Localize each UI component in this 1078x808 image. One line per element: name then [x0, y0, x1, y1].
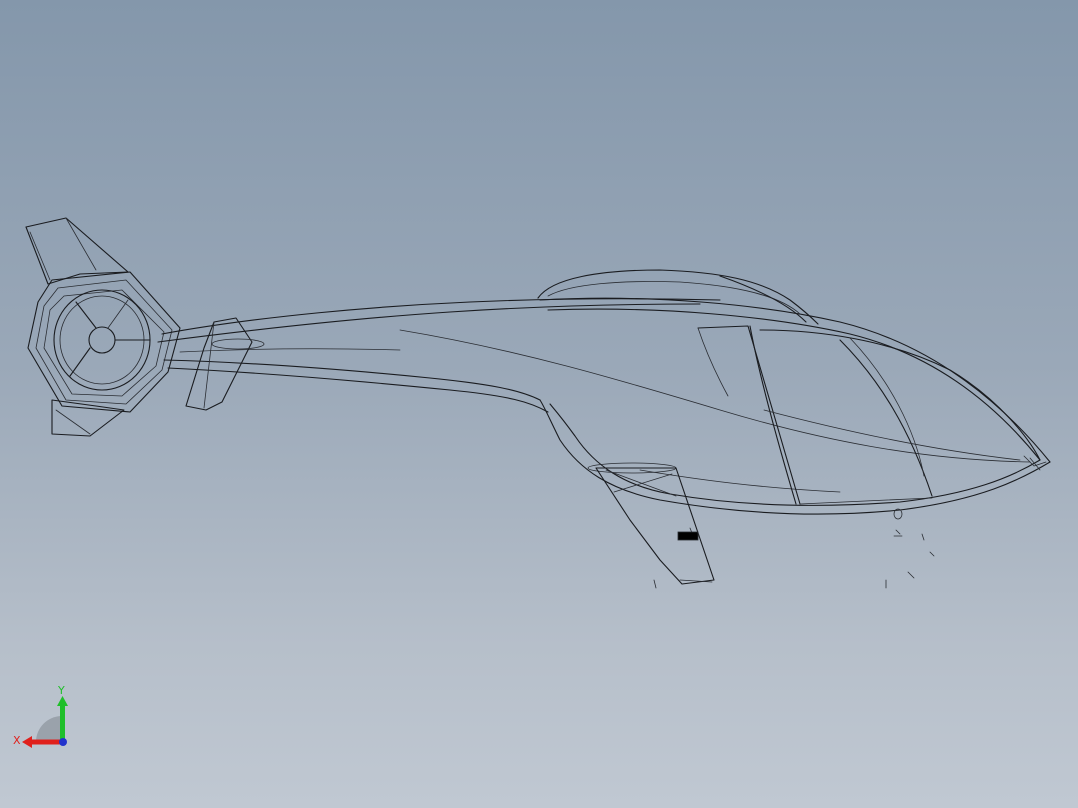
fenestron-shroud: [27, 271, 181, 413]
triad-x-label: X: [13, 734, 21, 747]
triad-quarter-disk: [36, 716, 62, 742]
graphics-viewport[interactable]: Y X: [0, 0, 1078, 808]
fuselage: [399, 297, 1051, 515]
cockpit-windows: [697, 325, 1041, 505]
triad-z-axis: [59, 738, 67, 746]
helicopter-wireframe-model[interactable]: [0, 0, 1078, 808]
tail-lower-fin: [51, 399, 125, 437]
tail-boom: [157, 298, 721, 413]
rotor-hub-fairing: [537, 269, 819, 325]
coordinate-triad: Y X: [13, 684, 68, 748]
triad-y-label: Y: [57, 684, 65, 697]
nose-sensor: [885, 508, 935, 589]
